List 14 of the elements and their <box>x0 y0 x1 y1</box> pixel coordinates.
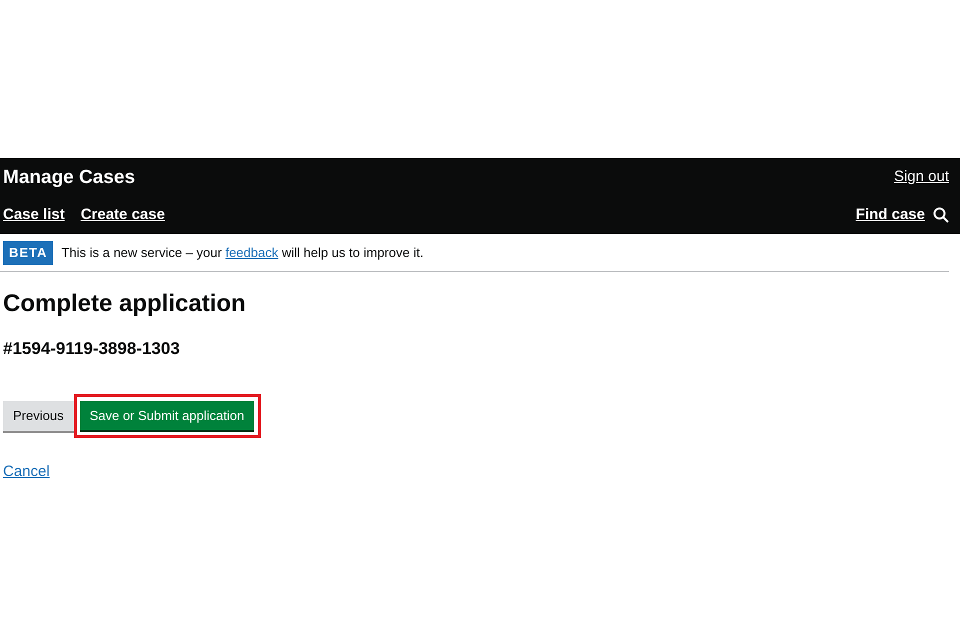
search-icon[interactable] <box>933 207 949 223</box>
previous-button[interactable]: Previous <box>3 401 74 431</box>
cancel-link[interactable]: Cancel <box>3 461 50 484</box>
nav-link[interactable]: Case list <box>3 204 65 226</box>
service-title: Manage Cases <box>3 168 136 186</box>
submit-button[interactable]: Save or Submit application <box>80 400 254 430</box>
beta-tag: BETA <box>3 241 54 264</box>
banner-text: This is a new service – your feedback will help us to improve it. <box>61 244 424 262</box>
feedback-link[interactable]: feedback <box>225 245 278 260</box>
find-case-link[interactable]: Find case <box>856 204 925 226</box>
case-number: #1594-9119-3898-1303 <box>3 338 181 360</box>
nav-link[interactable]: Create case <box>80 204 165 226</box>
page-heading: Complete application <box>3 290 247 318</box>
sign-out-link[interactable]: Sign out <box>894 166 949 188</box>
